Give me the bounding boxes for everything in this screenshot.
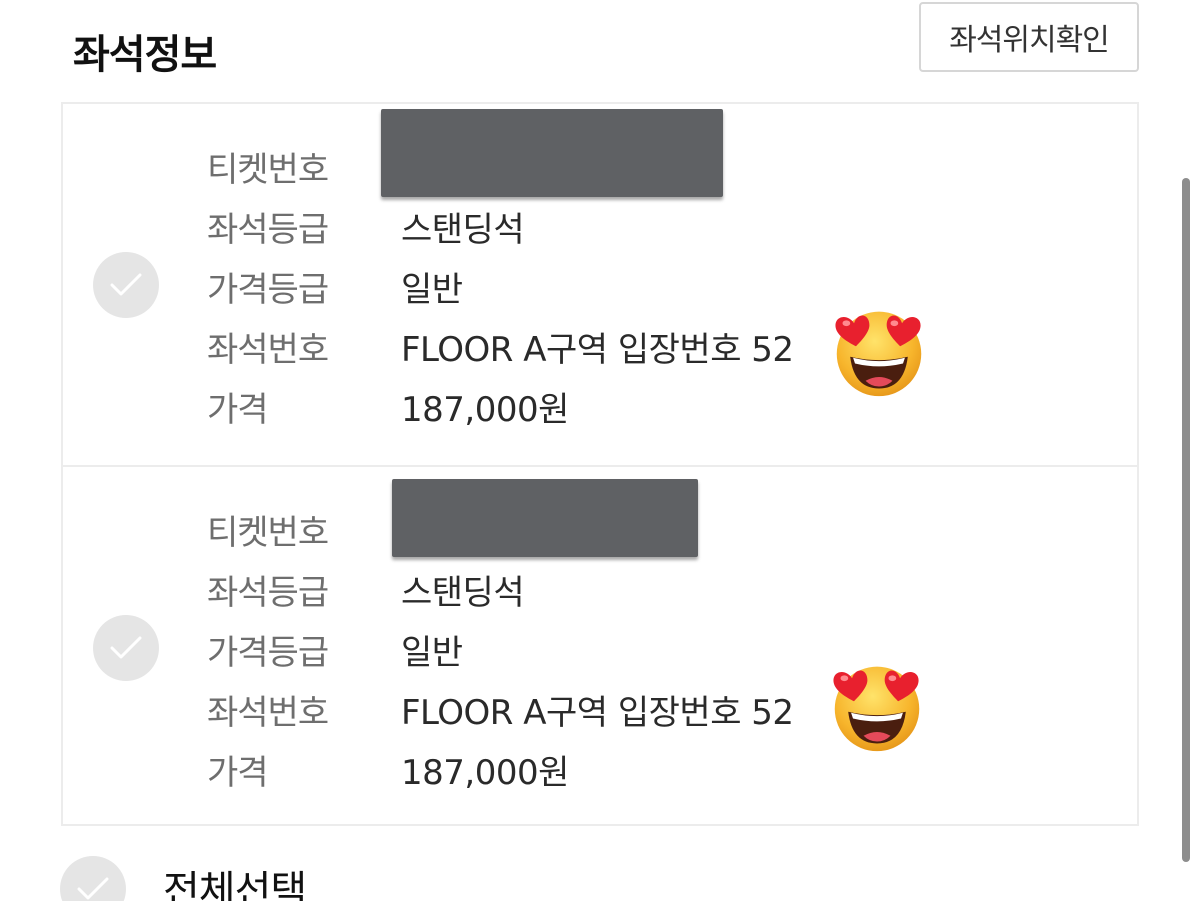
seat-location-button[interactable]: 좌석위치확인 [919,2,1139,72]
seat-grade-label: 좌석등급 [207,573,329,613]
ticket-list: 티켓번호 좌석등급 스탠딩석 가격등급 일반 좌석번호 FLOOR A구역 입장… [61,102,1139,826]
select-all-check-button[interactable] [60,856,126,901]
ticket-check-button[interactable] [93,615,159,681]
price-grade-value: 일반 [401,633,463,673]
heart-eyes-emoji-icon [835,311,922,397]
heart-eyes-emoji-icon [833,666,920,752]
ticket-number-label: 티켓번호 [207,150,329,190]
seat-number-label: 좌석번호 [207,693,329,733]
seat-grade-value: 스탠딩석 [401,573,525,613]
price-grade-label: 가격등급 [207,633,329,673]
checkmark-icon [110,273,142,296]
price-label: 가격 [207,390,269,430]
seat-number-label: 좌석번호 [207,330,329,370]
checkmark-icon [110,636,142,659]
ticket-card[interactable]: 티켓번호 좌석등급 스탠딩석 가격등급 일반 좌석번호 FLOOR A구역 입장… [63,104,1137,464]
ticket-card[interactable]: 티켓번호 좌석등급 스탠딩석 가격등급 일반 좌석번호 FLOOR A구역 입장… [63,465,1137,825]
ticket-check-button[interactable] [93,252,159,318]
ticket-number-redacted [381,109,723,197]
select-all-label[interactable]: 전체선택 [163,858,307,901]
price-grade-value: 일반 [401,270,463,310]
seat-number-value: FLOOR A구역 입장번호 52 [401,693,794,733]
price-value: 187,000원 [401,390,569,430]
price-value: 187,000원 [401,753,569,793]
price-grade-label: 가격등급 [207,270,329,310]
scrollbar[interactable] [1182,178,1190,862]
ticket-number-label: 티켓번호 [207,513,329,553]
price-label: 가격 [207,753,269,793]
checkmark-icon [77,877,109,900]
seat-grade-label: 좌석등급 [207,210,329,250]
page-title: 좌석정보 [73,32,217,78]
seat-grade-value: 스탠딩석 [401,210,525,250]
seat-info-page: 좌석정보 좌석위치확인 티켓번호 좌석등급 스탠딩석 가격등급 일반 좌석번호 … [0,0,1199,901]
ticket-number-redacted [392,479,698,557]
seat-number-value: FLOOR A구역 입장번호 52 [401,330,794,370]
